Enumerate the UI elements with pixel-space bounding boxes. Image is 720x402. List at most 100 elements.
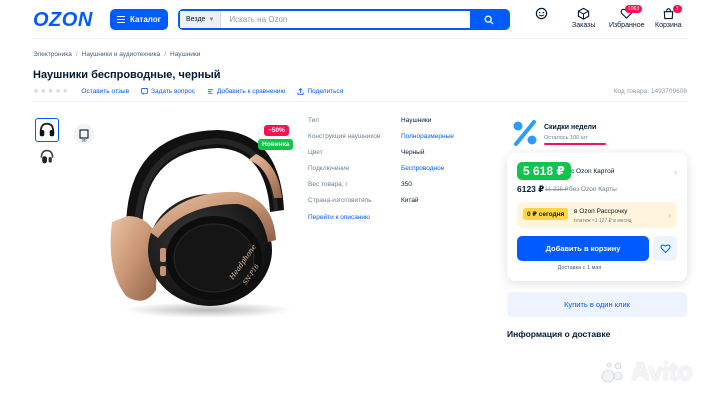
- favorites-label: Избранное: [609, 22, 645, 29]
- search-input[interactable]: [221, 15, 470, 24]
- search-bar: Везде ▼: [178, 9, 510, 30]
- question-icon: [141, 87, 148, 95]
- breadcrumb-separator: /: [164, 51, 166, 58]
- card-price: 5 618 ₽: [517, 162, 571, 180]
- regular-price: 6123 ₽: [517, 184, 545, 194]
- compare-link[interactable]: Добавить к сравнению: [207, 88, 285, 95]
- gallery-thumbnail-1[interactable]: [35, 118, 59, 142]
- ozon-logo[interactable]: OZON: [33, 9, 93, 32]
- meta-divider: [33, 101, 687, 102]
- menu-icon: [117, 16, 125, 23]
- product-title: Наушники беспроводные, черный: [33, 69, 221, 81]
- installment-offer[interactable]: 0 ₽ сегодня в Ozon Рассрочку платеж ≈1 1…: [517, 202, 677, 228]
- avito-watermark: Avito: [600, 356, 693, 387]
- delivery-info-heading: Информация о доставке: [507, 329, 611, 339]
- breadcrumb: Электроника / Наушники и аудиотехника / …: [33, 51, 200, 58]
- catalog-button[interactable]: Каталог: [110, 9, 168, 30]
- installment-chip: 0 ₽ сегодня: [523, 208, 569, 220]
- specs-table: Тип Наушники Конструкция наушников Полно…: [308, 112, 498, 222]
- rating-stars[interactable]: ★★★★★: [33, 87, 69, 95]
- profile-button[interactable]: [535, 7, 548, 22]
- spec-row: Конструкция наушников Полноразмерные: [308, 128, 498, 144]
- heart-icon: [659, 244, 671, 254]
- search-icon: [484, 15, 494, 24]
- avito-logo-icon: [601, 362, 623, 382]
- chevron-right-icon[interactable]: ›: [674, 167, 677, 177]
- breadcrumb-item[interactable]: Наушники: [170, 51, 200, 58]
- ask-question-label: Задать вопрос: [151, 87, 196, 95]
- favorites-badge: 1063: [625, 5, 643, 13]
- cart-button[interactable]: 1 Корзина: [655, 5, 682, 29]
- spec-label: Тип: [308, 116, 319, 124]
- headphones-image: Headphone SN-P16: [110, 130, 293, 318]
- promo-title: Скидки недели: [544, 124, 597, 131]
- search-button[interactable]: [470, 11, 508, 28]
- weekly-deals-promo[interactable]: Скидки недели Осталось 100 шт: [510, 118, 680, 148]
- spec-row: Цвет Черный: [308, 144, 498, 160]
- share-link[interactable]: Поделиться: [297, 88, 343, 95]
- price-card: 5 618 ₽ с Ozon Картой › 6123 ₽ 11 325 ₽ …: [507, 153, 687, 281]
- add-to-cart-button[interactable]: Добавить в корзину: [517, 236, 649, 261]
- search-scope-label: Везде: [186, 16, 206, 23]
- caret-down-icon: ▼: [208, 16, 215, 23]
- spec-label: Вес товара, г: [308, 180, 348, 188]
- spec-label: Цвет: [308, 148, 323, 156]
- spec-value: Китай: [401, 196, 419, 204]
- compare-icon: [207, 88, 214, 94]
- favorites-button[interactable]: 1063 Избранное: [609, 5, 645, 29]
- product-meta-row: ★★★★★ Оставить отзыв Задать вопрос Добав…: [33, 87, 687, 96]
- spec-row: Страна-изготовитель Китай: [308, 192, 498, 208]
- card-price-label: с Ozon Картой: [571, 168, 615, 175]
- share-icon: [297, 87, 304, 95]
- delivery-date: Доставка с 1 мая: [557, 265, 602, 271]
- spec-row: Тип Наушники: [308, 112, 498, 128]
- product-sku: Код товара: 1493709608: [613, 87, 687, 95]
- go-to-description-link[interactable]: Перейти к описанию: [308, 214, 498, 221]
- discount-badge: −50%: [264, 125, 289, 136]
- spec-row: Подключение Беспроводное: [308, 160, 498, 176]
- regular-price-label: без Ozon Карты: [569, 186, 617, 193]
- installment-label: в Ozon Рассрочку: [574, 208, 628, 215]
- svg-text:3D: 3D: [81, 138, 86, 143]
- promo-stock: Осталось 100 шт: [544, 135, 588, 141]
- top-header: OZON Каталог Везде ▼ Заказы 1063 Избранн…: [0, 0, 720, 38]
- breadcrumb-separator: /: [75, 51, 78, 58]
- breadcrumb-item[interactable]: Электроника: [33, 51, 72, 58]
- headphones-thumbnail-icon: [39, 122, 55, 137]
- spec-value: 350: [401, 180, 412, 188]
- spec-value-link[interactable]: Беспроводное: [401, 165, 444, 172]
- spec-label: Конструкция наушников: [308, 132, 381, 140]
- spec-value: Наушники: [401, 116, 432, 124]
- buy-one-click-button[interactable]: Купить в один клик: [507, 292, 687, 317]
- smile-icon: [535, 7, 548, 20]
- view-3d-button[interactable]: 3D: [73, 123, 95, 145]
- orders-label: Заказы: [572, 22, 596, 29]
- spec-value-link[interactable]: Полноразмерные: [401, 133, 454, 140]
- breadcrumb-item[interactable]: Наушники и аудиотехника: [82, 51, 161, 58]
- add-to-favorites-button[interactable]: [653, 236, 677, 261]
- new-badge: Новинка: [258, 139, 294, 150]
- ask-question-link[interactable]: Задать вопрос: [141, 88, 195, 95]
- product-page: OZON Каталог Везде ▼ Заказы 1063 Избранн…: [0, 0, 720, 402]
- leave-review-label: Оставить отзыв: [81, 87, 130, 95]
- box-icon: [578, 7, 590, 20]
- gallery-thumbnail-2[interactable]: [35, 145, 59, 169]
- spec-label: Страна-изготовитель: [308, 196, 372, 204]
- share-label: Поделиться: [307, 87, 344, 95]
- catalog-button-label: Каталог: [130, 15, 161, 24]
- orders-button[interactable]: Заказы: [572, 7, 595, 29]
- ar-view-icon: 3D: [74, 124, 94, 144]
- product-main-image[interactable]: Headphone SN-P16: [98, 120, 298, 320]
- chevron-right-icon: ›: [668, 210, 671, 220]
- watermark-text: Avito: [631, 356, 693, 386]
- compare-label: Добавить к сравнению: [217, 87, 286, 95]
- old-price: 11 325 ₽: [545, 187, 569, 193]
- cart-badge: 1: [673, 5, 682, 13]
- header-divider: [33, 38, 687, 39]
- cart-label: Корзина: [655, 22, 682, 29]
- search-scope-select[interactable]: Везде ▼: [180, 11, 222, 28]
- stock-progress-bar: [544, 143, 606, 145]
- headphones-thumbnail-icon: [40, 149, 54, 164]
- leave-review-link[interactable]: Оставить отзыв: [81, 88, 129, 95]
- spec-value: Черный: [401, 148, 425, 156]
